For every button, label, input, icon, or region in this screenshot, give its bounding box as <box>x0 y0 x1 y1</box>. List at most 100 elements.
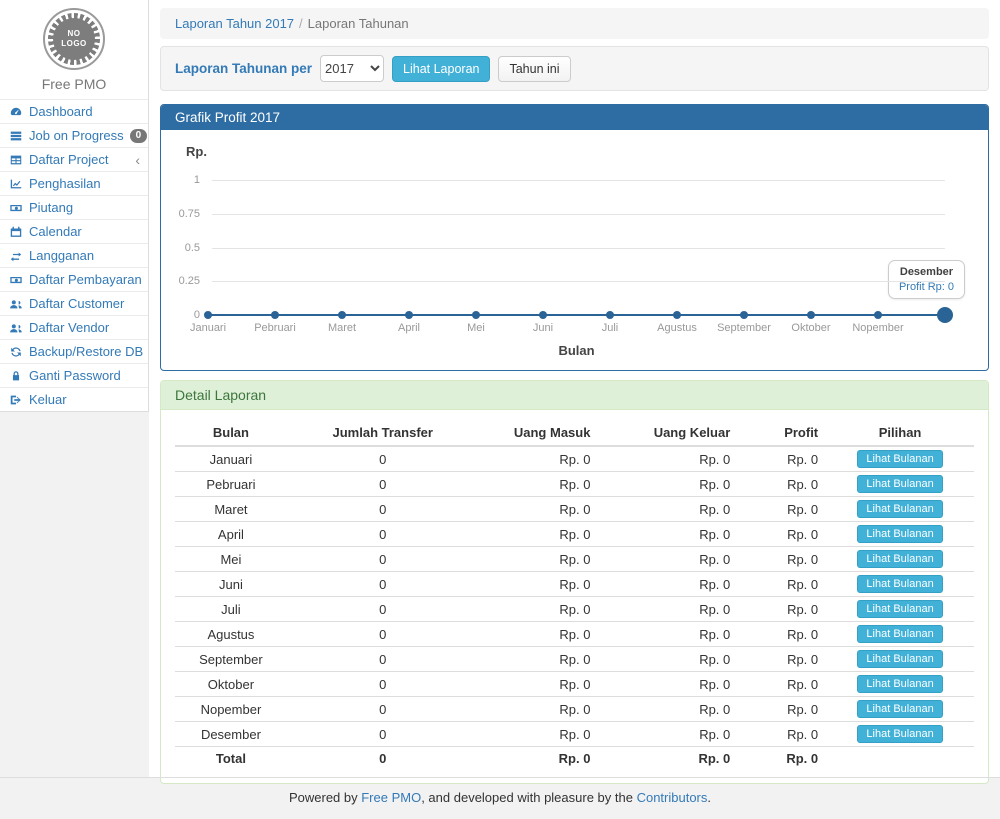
lihat-bulanan-button[interactable]: Lihat Bulanan <box>857 450 942 468</box>
table-row-maret: Maret0Rp. 0Rp. 0Rp. 0Lihat Bulanan <box>175 497 974 522</box>
sidebar-item-daftar-vendor[interactable]: Daftar Vendor <box>0 315 148 339</box>
table-row-oktober: Oktober0Rp. 0Rp. 0Rp. 0Lihat Bulanan <box>175 672 974 697</box>
chevron-left-icon: ‹ <box>135 154 140 166</box>
x-axis-tick-label: Juni <box>533 322 553 334</box>
sidebar-item-job-on-progress[interactable]: Job on Progress 0 <box>0 123 148 147</box>
brand-name: Free PMO <box>0 74 148 92</box>
contributors-link[interactable]: Contributors <box>637 790 708 805</box>
table-row-juli: Juli0Rp. 0Rp. 0Rp. 0Lihat Bulanan <box>175 597 974 622</box>
sidebar-item-ganti-password[interactable]: Ganti Password <box>0 363 148 387</box>
lihat-bulanan-button[interactable]: Lihat Bulanan <box>857 700 942 718</box>
data-point-mei[interactable] <box>472 311 480 319</box>
chart-y-axis-label: Rp. <box>186 144 207 159</box>
sidebar-item-keluar[interactable]: Keluar <box>0 387 148 411</box>
total-cell-bulan: Total <box>175 747 287 771</box>
column-header-profit: Profit <box>738 420 826 446</box>
cell-pilihan: Lihat Bulanan <box>826 597 974 622</box>
exchange-icon <box>8 249 23 263</box>
data-point-desember[interactable] <box>937 307 953 323</box>
gear-logo-icon: NO LOGO <box>48 13 100 65</box>
tooltip-month: Desember <box>899 266 954 278</box>
sidebar-item-daftar-project[interactable]: Daftar Project‹ <box>0 147 148 171</box>
cell-pilihan: Lihat Bulanan <box>826 672 974 697</box>
cell-profit: Rp. 0 <box>738 522 826 547</box>
lihat-bulanan-button[interactable]: Lihat Bulanan <box>857 625 942 643</box>
sidebar-item-daftar-customer[interactable]: Daftar Customer <box>0 291 148 315</box>
app-logo: NO LOGO <box>43 8 105 70</box>
chart-panel-title: Grafik Profit 2017 <box>161 105 988 130</box>
lihat-bulanan-button[interactable]: Lihat Bulanan <box>857 575 942 593</box>
lihat-bulanan-button[interactable]: Lihat Bulanan <box>857 525 942 543</box>
sidebar-item-calendar[interactable]: Calendar <box>0 219 148 243</box>
lihat-bulanan-button[interactable]: Lihat Bulanan <box>857 500 942 518</box>
cell-uang-keluar: Rp. 0 <box>598 472 738 497</box>
cell-pilihan: Lihat Bulanan <box>826 472 974 497</box>
breadcrumb-link-laporan-tahun[interactable]: Laporan Tahun 2017 <box>175 16 294 31</box>
data-point-januari[interactable] <box>204 311 212 319</box>
cell-uang-keluar: Rp. 0 <box>598 647 738 672</box>
cell-bulan: April <box>175 522 287 547</box>
chart-x-axis-label: Bulan <box>558 343 594 358</box>
chart-tooltip: Desember Profit Rp: 0 <box>888 260 965 299</box>
data-point-nopember[interactable] <box>874 311 882 319</box>
cell-bulan: Oktober <box>175 672 287 697</box>
data-point-april[interactable] <box>405 311 413 319</box>
table-row-april: April0Rp. 0Rp. 0Rp. 0Lihat Bulanan <box>175 522 974 547</box>
cell-uang-masuk: Rp. 0 <box>479 597 599 622</box>
cell-profit: Rp. 0 <box>738 472 826 497</box>
lihat-bulanan-button[interactable]: Lihat Bulanan <box>857 475 942 493</box>
sidebar-item-piutang[interactable]: Piutang <box>0 195 148 219</box>
refresh-icon <box>8 345 23 359</box>
table-row-pebruari: Pebruari0Rp. 0Rp. 0Rp. 0Lihat Bulanan <box>175 472 974 497</box>
sidebar-item-dashboard[interactable]: Dashboard <box>0 99 148 123</box>
sign-out-icon <box>8 393 23 407</box>
sidebar-menu: Dashboard Job on Progress 0 Daftar Project‹… <box>0 99 148 411</box>
tasks-icon <box>8 129 23 143</box>
page-footer: Powered by Free PMO, and developed with … <box>0 777 1000 819</box>
lihat-bulanan-button[interactable]: Lihat Bulanan <box>857 675 942 693</box>
cell-jumlah-transfer: 0 <box>287 572 479 597</box>
column-header-jumlah-transfer: Jumlah Transfer <box>287 420 479 446</box>
data-point-juli[interactable] <box>606 311 614 319</box>
job-count-badge: 0 <box>130 129 148 143</box>
x-axis-tick-label: April <box>398 322 420 334</box>
sidebar-item-label: Ganti Password <box>29 367 121 384</box>
data-point-oktober[interactable] <box>807 311 815 319</box>
cell-bulan: Januari <box>175 446 287 472</box>
year-select[interactable]: 2017 <box>320 55 384 82</box>
cell-uang-masuk: Rp. 0 <box>479 446 599 472</box>
lihat-laporan-button[interactable]: Lihat Laporan <box>392 56 490 82</box>
cell-bulan: Nopember <box>175 697 287 722</box>
sidebar-item-penghasilan[interactable]: Penghasilan <box>0 171 148 195</box>
data-point-maret[interactable] <box>338 311 346 319</box>
lihat-bulanan-button[interactable]: Lihat Bulanan <box>857 650 942 668</box>
lihat-bulanan-button[interactable]: Lihat Bulanan <box>857 550 942 568</box>
data-point-september[interactable] <box>740 311 748 319</box>
sidebar-item-backup-restore-db[interactable]: Backup/Restore DB <box>0 339 148 363</box>
cell-pilihan: Lihat Bulanan <box>826 647 974 672</box>
x-axis-tick-label: Nopember <box>852 322 903 334</box>
x-axis-tick-label: Mei <box>467 322 485 334</box>
sidebar-item-label: Job on Progress <box>29 127 124 144</box>
cell-profit: Rp. 0 <box>738 697 826 722</box>
sidebar-item-daftar-pembayaran[interactable]: Daftar Pembayaran <box>0 267 148 291</box>
sidebar-item-label: Keluar <box>29 391 67 408</box>
data-point-pebruari[interactable] <box>271 311 279 319</box>
data-point-juni[interactable] <box>539 311 547 319</box>
tahun-ini-button[interactable]: Tahun ini <box>498 56 570 82</box>
sidebar-item-langganan[interactable]: Langganan <box>0 243 148 267</box>
cell-uang-masuk: Rp. 0 <box>479 672 599 697</box>
lihat-bulanan-button[interactable]: Lihat Bulanan <box>857 725 942 743</box>
cell-bulan: Agustus <box>175 622 287 647</box>
cell-bulan: Pebruari <box>175 472 287 497</box>
table-row-juni: Juni0Rp. 0Rp. 0Rp. 0Lihat Bulanan <box>175 572 974 597</box>
detail-report-panel: Detail Laporan BulanJumlah TransferUang … <box>160 380 989 784</box>
chart-gridline <box>212 281 945 282</box>
lihat-bulanan-button[interactable]: Lihat Bulanan <box>857 600 942 618</box>
data-point-agustus[interactable] <box>673 311 681 319</box>
cell-profit: Rp. 0 <box>738 672 826 697</box>
free-pmo-link[interactable]: Free PMO <box>361 790 421 805</box>
main-content: Laporan Tahun 2017/Laporan Tahunan Lapor… <box>149 0 1000 777</box>
breadcrumb-current: Laporan Tahunan <box>308 16 409 31</box>
cell-uang-masuk: Rp. 0 <box>479 697 599 722</box>
